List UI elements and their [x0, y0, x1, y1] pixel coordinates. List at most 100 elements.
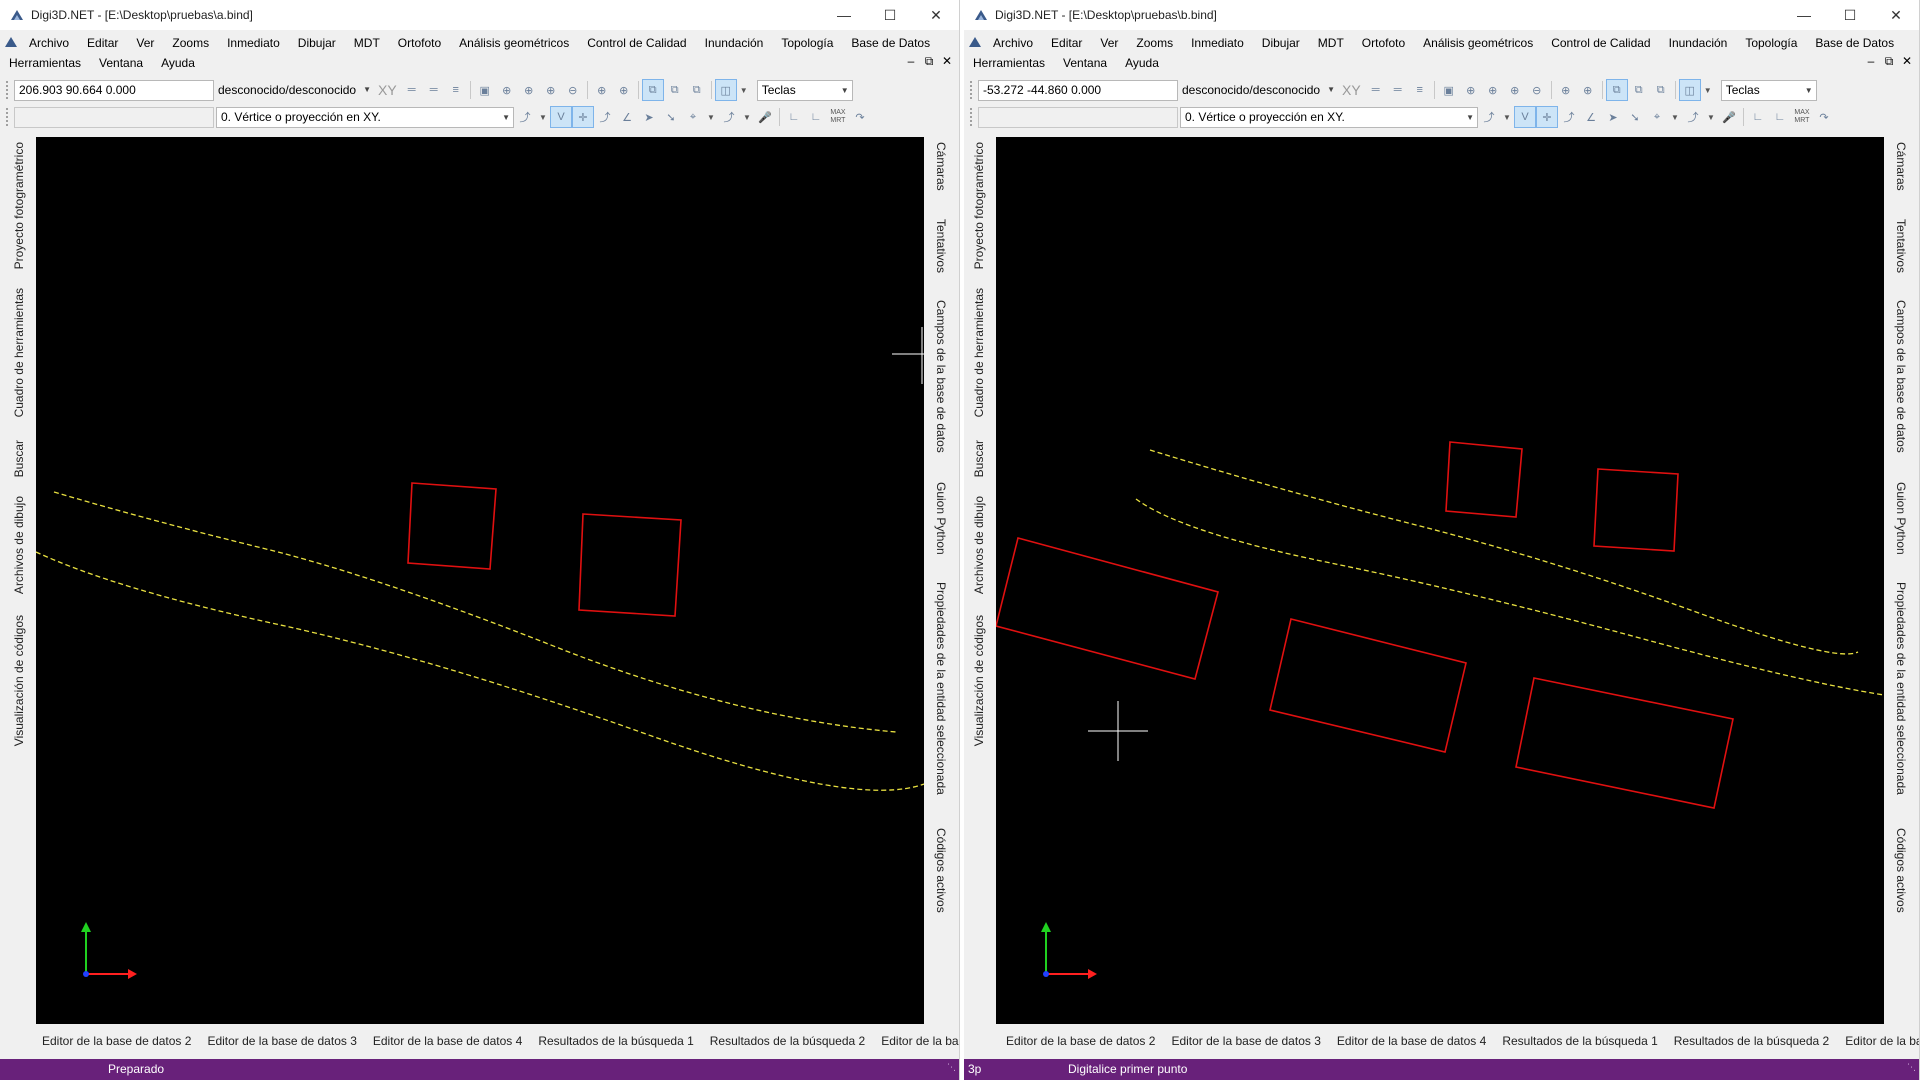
microphone-icon[interactable]: 🎤 — [1718, 106, 1740, 128]
tab-editor-bd-2[interactable]: Editor de la base de datos 2 — [964, 1034, 1163, 1048]
perpendicular-icon[interactable]: ⤴ — [1558, 106, 1580, 128]
tab-editor-bd-3[interactable]: Editor de la base de datos 3 — [199, 1034, 364, 1048]
minimize-button[interactable]: — — [821, 0, 867, 30]
menu-ortofoto[interactable]: Ortofoto — [389, 36, 450, 50]
tab-archivos-dibujo[interactable]: Archivos de dibujo — [12, 496, 26, 594]
crs-combo[interactable]: desconocido/desconocido ▼ — [214, 80, 374, 101]
menu-herramientas[interactable]: Herramientas — [0, 56, 90, 70]
mdi-close-button[interactable]: ✕ — [1901, 54, 1913, 69]
tab-cuadro-herramientas[interactable]: Cuadro de herramientas — [12, 288, 26, 417]
maximize-button[interactable]: ☐ — [867, 0, 913, 30]
toolbar-grip[interactable] — [970, 81, 974, 99]
menu-mdt[interactable]: MDT — [345, 36, 389, 50]
stereo-mode-icon[interactable]: ◫ — [1678, 79, 1701, 101]
window-cascade-icon[interactable]: ⧉ — [664, 79, 686, 101]
tab-camaras[interactable]: Cámaras — [1894, 142, 1908, 191]
menu-inundacion[interactable]: Inundación — [696, 36, 773, 50]
menu-base-datos[interactable]: Base de Datos — [1806, 36, 1903, 50]
zoom-extents-icon[interactable]: ▣ — [1438, 79, 1460, 101]
stereo-mode-icon[interactable]: ◫ — [714, 79, 737, 101]
keys-combo[interactable]: Teclas ▼ — [1720, 79, 1817, 101]
tab-buscar[interactable]: Buscar — [972, 440, 986, 477]
window-tile-icon[interactable]: ⧉ — [641, 79, 664, 101]
menu-control-calidad[interactable]: Control de Calidad — [1542, 36, 1659, 50]
tab-campos-base-datos[interactable]: Campos de la base de datos — [1894, 300, 1908, 453]
tab-editor-bd-4[interactable]: Editor de la base de datos 4 — [1329, 1034, 1494, 1048]
lines-icon[interactable]: ═ — [401, 79, 423, 101]
corner-icon[interactable]: ∟ — [783, 106, 805, 128]
zoom-previous-icon[interactable]: ⊕ — [591, 79, 613, 101]
corner-alt-icon[interactable]: ∟ — [1769, 106, 1791, 128]
perpendicular-icon[interactable]: ⤴ — [594, 106, 616, 128]
lines-alt-icon[interactable]: ═ — [423, 79, 445, 101]
command-field[interactable] — [14, 106, 214, 128]
zoom-icon[interactable]: ⊕ — [518, 79, 540, 101]
snap-icon[interactable]: ⤴ — [514, 106, 536, 128]
tab-codigos-activos[interactable]: Códigos activos — [1894, 828, 1908, 913]
menu-editar[interactable]: Editar — [78, 36, 127, 50]
menu-base-datos[interactable]: Base de Datos — [842, 36, 939, 50]
keys-combo[interactable]: Teclas ▼ — [756, 79, 853, 101]
close-button[interactable]: ✕ — [913, 0, 959, 30]
microphone-icon[interactable]: 🎤 — [754, 106, 776, 128]
menu-mdt[interactable]: MDT — [1309, 36, 1353, 50]
zoom-previous-icon[interactable]: ⊕ — [1555, 79, 1577, 101]
mdi-restore-button[interactable]: ⧉ — [923, 54, 935, 69]
menu-ventana[interactable]: Ventana — [90, 56, 152, 70]
menu-ventana[interactable]: Ventana — [1054, 56, 1116, 70]
tab-camaras[interactable]: Cámaras — [934, 142, 948, 191]
tab-visualizacion-codigos[interactable]: Visualización de códigos — [12, 615, 26, 746]
tab-codigos-activos[interactable]: Códigos activos — [934, 828, 948, 913]
zoom-window-icon[interactable]: ⊕ — [1460, 79, 1482, 101]
menu-control-calidad[interactable]: Control de Calidad — [578, 36, 695, 50]
tab-proyecto-fotogrametrico[interactable]: Proyecto fotogramétrico — [972, 142, 986, 269]
curve-icon[interactable]: ↷ — [849, 106, 871, 128]
title-bar[interactable]: Digi3D.NET - [E:\Desktop\pruebas\b.bind]… — [964, 0, 1919, 30]
chevron-down-icon[interactable]: ▼ — [1704, 106, 1718, 128]
resize-grip-icon[interactable]: ⋱ — [1907, 1062, 1916, 1073]
zoom-in-icon[interactable]: ⊕ — [540, 79, 562, 101]
line-snap-icon[interactable]: ⤴ — [1682, 106, 1704, 128]
tab-guion-python[interactable]: Guion Python — [934, 482, 948, 555]
window-copy-icon[interactable]: ⧉ — [1650, 79, 1672, 101]
arrow-diag-icon[interactable]: ➘ — [1624, 106, 1646, 128]
toolbar-grip[interactable] — [970, 108, 974, 126]
snap-mode-combo[interactable]: 0. Vértice o proyección en XY. ▼ — [1180, 106, 1478, 128]
curve-icon[interactable]: ↷ — [1813, 106, 1835, 128]
coordinates-field[interactable]: -53.272 -44.860 0.000 — [978, 79, 1178, 101]
tab-editor-bd-4[interactable]: Editor de la base de datos 4 — [365, 1034, 530, 1048]
angle-icon[interactable]: ∠ — [616, 106, 638, 128]
tab-tentativos[interactable]: Tentativos — [1894, 219, 1908, 273]
zoom-extents-icon[interactable]: ▣ — [474, 79, 496, 101]
tab-archivos-dibujo[interactable]: Archivos de dibujo — [972, 496, 986, 594]
chevron-down-icon[interactable]: ▼ — [704, 106, 718, 128]
mdi-minimize-button[interactable]: – — [1865, 54, 1877, 69]
tab-resultados-busqueda-1[interactable]: Resultados de la búsqueda 1 — [530, 1034, 701, 1048]
menu-ver[interactable]: Ver — [1091, 36, 1127, 50]
target-icon[interactable]: ⌖ — [682, 106, 704, 128]
menu-zooms[interactable]: Zooms — [1127, 36, 1182, 50]
menu-ayuda[interactable]: Ayuda — [1116, 56, 1168, 70]
minimize-button[interactable]: — — [1781, 0, 1827, 30]
title-bar[interactable]: Digi3D.NET - [E:\Desktop\pruebas\a.bind]… — [0, 0, 959, 30]
lines-alt-icon[interactable]: ═ — [1387, 79, 1409, 101]
menu-archivo[interactable]: Archivo — [20, 36, 78, 50]
mdi-close-button[interactable]: ✕ — [941, 54, 953, 69]
zoom-in-icon[interactable]: ⊕ — [1504, 79, 1526, 101]
corner-alt-icon[interactable]: ∟ — [805, 106, 827, 128]
window-cascade-icon[interactable]: ⧉ — [1628, 79, 1650, 101]
command-field[interactable] — [978, 106, 1178, 128]
tab-tentativos[interactable]: Tentativos — [934, 219, 948, 273]
menu-ver[interactable]: Ver — [127, 36, 163, 50]
vertex-snap-icon[interactable]: V — [1514, 106, 1536, 128]
snap-icon[interactable]: ⤴ — [1478, 106, 1500, 128]
tab-cuadro-herramientas[interactable]: Cuadro de herramientas — [972, 288, 986, 417]
menu-dibujar[interactable]: Dibujar — [289, 36, 345, 50]
toolbar-grip[interactable] — [6, 81, 10, 99]
menu-topologia[interactable]: Topología — [1736, 36, 1806, 50]
drawing-canvas[interactable] — [36, 137, 924, 1024]
menu-inundacion[interactable]: Inundación — [1660, 36, 1737, 50]
max-mrt-icon[interactable]: MAX MRT — [827, 106, 849, 128]
tab-buscar[interactable]: Buscar — [12, 440, 26, 477]
snap-mode-combo[interactable]: 0. Vértice o proyección en XY. ▼ — [216, 106, 514, 128]
